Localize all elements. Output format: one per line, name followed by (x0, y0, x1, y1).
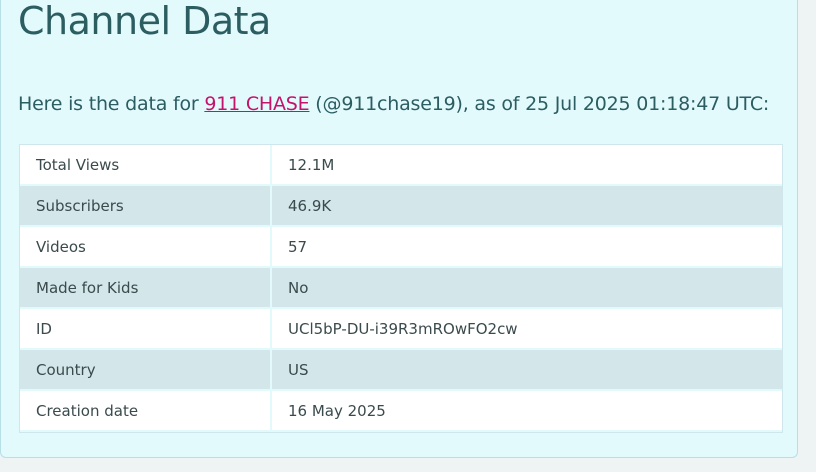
row-label: Country (20, 350, 272, 391)
row-label: Subscribers (20, 186, 272, 227)
row-label: ID (20, 309, 272, 350)
row-value: UCl5bP-DU-i39R3mROwFO2cw (272, 309, 782, 350)
table-row-made-for-kids: Made for Kids No (20, 268, 782, 309)
row-label: Made for Kids (20, 268, 272, 309)
table-row-subscribers: Subscribers 46.9K (20, 186, 782, 227)
table-row-id: ID UCl5bP-DU-i39R3mROwFO2cw (20, 309, 782, 350)
channel-data-table: Total Views 12.1M Subscribers 46.9K Vide… (19, 144, 783, 433)
row-label: Total Views (20, 145, 272, 186)
row-label: Creation date (20, 391, 272, 432)
table-row-videos: Videos 57 (20, 227, 782, 268)
page-title: Channel Data (18, 0, 271, 43)
table-row-creation-date: Creation date 16 May 2025 (20, 391, 782, 432)
row-value: 46.9K (272, 186, 782, 227)
row-value: 57 (272, 227, 782, 268)
row-value: US (272, 350, 782, 391)
table-row-country: Country US (20, 350, 782, 391)
channel-link[interactable]: 911 CHASE (204, 93, 309, 115)
channel-data-card: Channel Data Here is the data for 911 CH… (0, 0, 798, 458)
table-row-total-views: Total Views 12.1M (20, 145, 782, 186)
row-value: 16 May 2025 (272, 391, 782, 432)
row-value: No (272, 268, 782, 309)
intro-prefix: Here is the data for (18, 93, 205, 115)
intro-suffix: (@911chase19), as of 25 Jul 2025 01:18:4… (309, 93, 770, 115)
intro-text: Here is the data for 911 CHASE (@911chas… (18, 93, 769, 115)
row-label: Videos (20, 227, 272, 268)
row-value: 12.1M (272, 145, 782, 186)
